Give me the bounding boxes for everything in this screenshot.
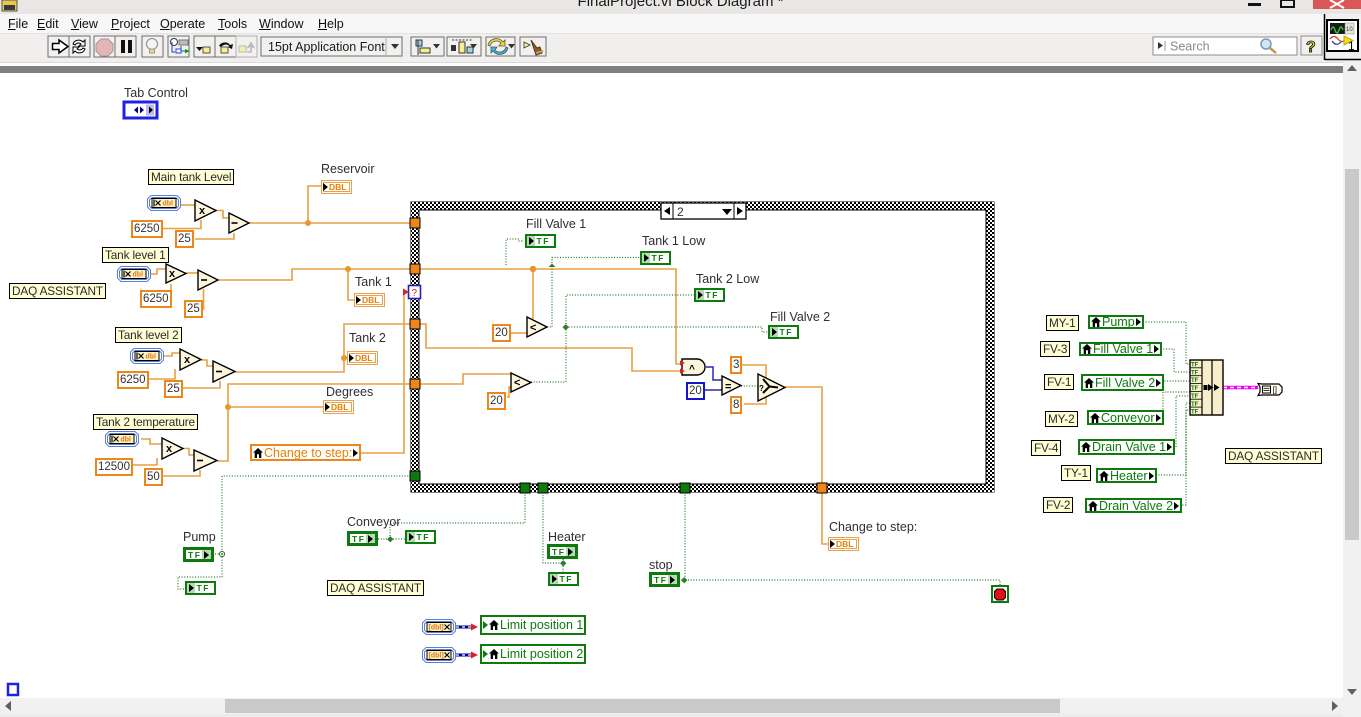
svg-text:TF: TF — [1191, 410, 1199, 416]
svg-text:?: ? — [412, 288, 418, 299]
svg-text:?: ? — [759, 384, 764, 393]
svg-text:=: = — [725, 381, 731, 393]
svg-text:TF: TF — [1191, 370, 1199, 376]
svg-text:TF: TF — [1191, 394, 1199, 400]
svg-text:TF: TF — [1191, 363, 1199, 369]
svg-text:x: x — [184, 354, 191, 366]
svg-text:x: x — [169, 268, 176, 280]
svg-text:^: ^ — [689, 364, 695, 375]
svg-text:x: x — [166, 443, 173, 455]
svg-text:TF: TF — [1191, 386, 1199, 392]
svg-text:TF: TF — [1191, 378, 1199, 384]
svg-text:2: 2 — [677, 205, 684, 219]
svg-text:<: < — [514, 377, 520, 389]
svg-text:TF: TF — [1191, 402, 1199, 408]
svg-text:x: x — [199, 205, 206, 217]
svg-text:[]: [] — [1273, 386, 1277, 395]
svg-text:<: < — [530, 322, 536, 334]
